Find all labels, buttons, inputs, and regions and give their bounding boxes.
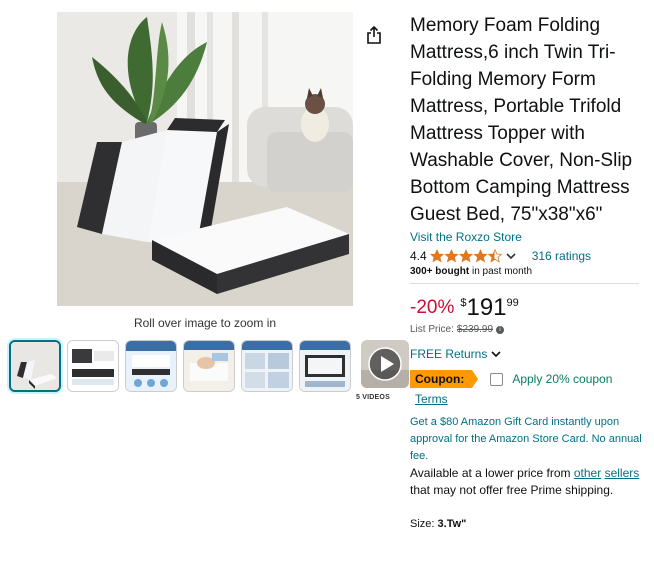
price-whole: 191	[466, 294, 507, 321]
thumbnail-5[interactable]	[241, 340, 293, 392]
price-row: -20% $ 191 99	[410, 296, 642, 320]
zoom-hint: Roll over image to zoom in	[133, 316, 277, 330]
thumbnail-2[interactable]	[67, 340, 119, 392]
lower-price-note: Available at a lower price from other se…	[410, 465, 642, 499]
chevron-down-icon	[491, 351, 501, 358]
thumbnail-1[interactable]	[9, 340, 61, 392]
product-title: Memory Foam Folding Mattress,6 inch Twin…	[410, 15, 633, 225]
size-label: Size:	[410, 518, 438, 530]
thumbnail-3[interactable]	[125, 340, 177, 392]
other-sellers-link[interactable]: other	[574, 466, 601, 480]
sellers-link[interactable]: sellers	[605, 466, 640, 480]
gift-card-offer[interactable]: Get a $80 Amazon Gift Card instantly upo…	[410, 414, 642, 465]
star-rating[interactable]	[429, 249, 502, 263]
thumbnail-6[interactable]	[299, 340, 351, 392]
store-link[interactable]: Visit the Roxzo Store	[410, 230, 522, 244]
divider	[410, 283, 639, 284]
info-icon[interactable]: i	[496, 325, 505, 334]
bought-suffix: in past month	[469, 266, 532, 277]
discount-percent: -20%	[410, 297, 455, 318]
price-fraction: 99	[506, 297, 519, 309]
main-product-image[interactable]	[57, 12, 353, 306]
list-price-row: List Price: $239.99 i	[410, 324, 642, 335]
thumbnail-4[interactable]	[183, 340, 235, 392]
chevron-down-icon[interactable]	[506, 249, 516, 263]
lower-price-suffix: that may not offer free Prime shipping.	[410, 483, 614, 497]
bought-in-past-month: 300+ bought in past month	[410, 266, 642, 277]
apply-coupon-label[interactable]: Apply 20% coupon	[512, 372, 612, 386]
rating-row: 4.4 316 ratings	[410, 249, 642, 263]
list-price-value: $239.99	[456, 324, 494, 335]
free-returns-label: FREE Returns	[410, 347, 488, 361]
coupon-terms-link[interactable]: Terms	[415, 392, 448, 406]
size-selection: Size: 3.Tw"	[410, 518, 642, 530]
size-value: 3.Tw"	[437, 518, 467, 530]
stars-icon	[429, 249, 502, 263]
ratings-count-link[interactable]: 316 ratings	[532, 249, 591, 263]
coupon-row: Coupon: Apply 20% coupon	[410, 370, 642, 388]
lower-price-prefix: Available at a lower price from	[410, 466, 574, 480]
bought-count: 300+ bought	[410, 266, 470, 277]
share-icon[interactable]	[363, 24, 385, 46]
thumbnail-strip	[9, 340, 409, 392]
coupon-badge: Coupon:	[410, 370, 479, 388]
video-thumbnail[interactable]	[361, 340, 409, 388]
rating-value: 4.4	[410, 249, 427, 263]
product-details: Memory Foam Folding Mattress,6 inch Twin…	[410, 12, 642, 530]
mattress-photo	[57, 12, 353, 306]
list-price-label: List Price:	[410, 324, 454, 335]
free-returns-link[interactable]: FREE Returns	[410, 347, 642, 361]
videos-count-label: 5 VIDEOS	[356, 394, 390, 401]
coupon-checkbox[interactable]	[490, 372, 504, 386]
